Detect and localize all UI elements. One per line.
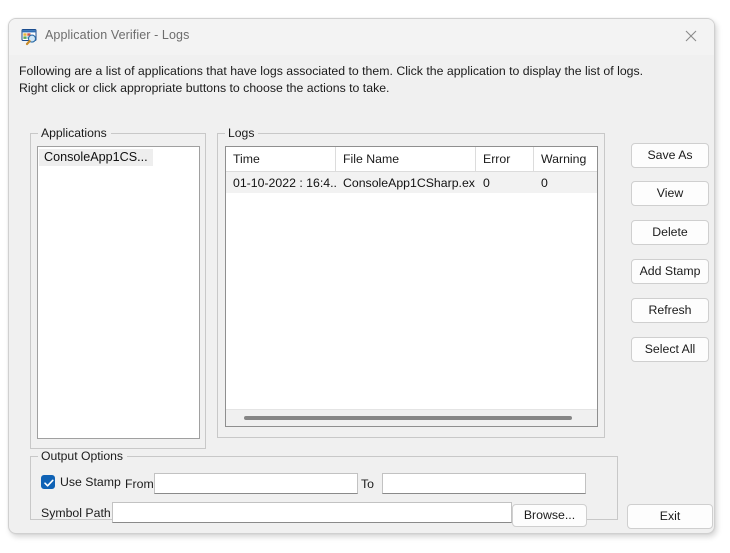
cell-warning: 0 [541,175,548,190]
window-title: Application Verifier - Logs [45,28,190,42]
table-row[interactable]: 01-10-2022 : 16:4... ConsoleApp1CSharp.e… [226,172,597,193]
from-label: From [125,477,154,491]
to-label: To [361,477,374,491]
title-bar: Application Verifier - Logs [9,19,714,55]
use-stamp-label: Use Stamp [60,475,121,489]
delete-button[interactable]: Delete [631,220,709,245]
applications-group: Applications ConsoleApp1CS... [30,126,206,449]
use-stamp-checkbox[interactable]: Use Stamp [41,475,121,489]
browse-button[interactable]: Browse... [512,504,587,527]
view-button[interactable]: View [631,181,709,206]
symbol-path-input[interactable] [112,502,512,523]
applications-listbox[interactable]: ConsoleApp1CS... [37,146,200,439]
logs-listview[interactable]: Time File Name Error Warning 01-10-2022 … [225,146,598,427]
app-verifier-icon [21,28,39,46]
logs-group-label: Logs [225,126,259,140]
from-input[interactable] [154,473,358,494]
description-text: Following are a list of applications tha… [19,64,644,95]
application-verifier-logs-dialog: Application Verifier - Logs Following ar… [8,18,715,534]
logs-header-row: Time File Name Error Warning [226,147,597,172]
exit-button[interactable]: Exit [627,504,713,529]
horizontal-scrollbar-thumb[interactable] [244,416,572,420]
close-icon[interactable] [668,19,714,53]
logs-group: Logs Time File Name Error Warning 01-10-… [217,126,605,438]
symbol-path-label: Symbol Path [41,506,111,520]
screen: Application Verifier - Logs Following ar… [0,0,730,553]
cell-time: 01-10-2022 : 16:4... [233,175,336,190]
column-header-file-name[interactable]: File Name [336,147,476,171]
checkbox-checked-icon[interactable] [41,475,55,489]
save-as-button[interactable]: Save As [631,143,709,168]
applications-group-label: Applications [38,126,111,140]
column-header-warning[interactable]: Warning [534,147,597,171]
list-item[interactable]: ConsoleApp1CS... [39,149,153,166]
add-stamp-button[interactable]: Add Stamp [631,259,709,284]
refresh-button[interactable]: Refresh [631,298,709,323]
column-header-time[interactable]: Time [226,147,336,171]
cell-error: 0 [483,175,490,190]
to-input[interactable] [382,473,586,494]
horizontal-scrollbar[interactable] [226,409,597,426]
cell-file-name: ConsoleApp1CSharp.ex... [343,175,476,190]
column-header-error[interactable]: Error [476,147,534,171]
select-all-button[interactable]: Select All [631,337,709,362]
output-options-group-label: Output Options [38,449,127,463]
